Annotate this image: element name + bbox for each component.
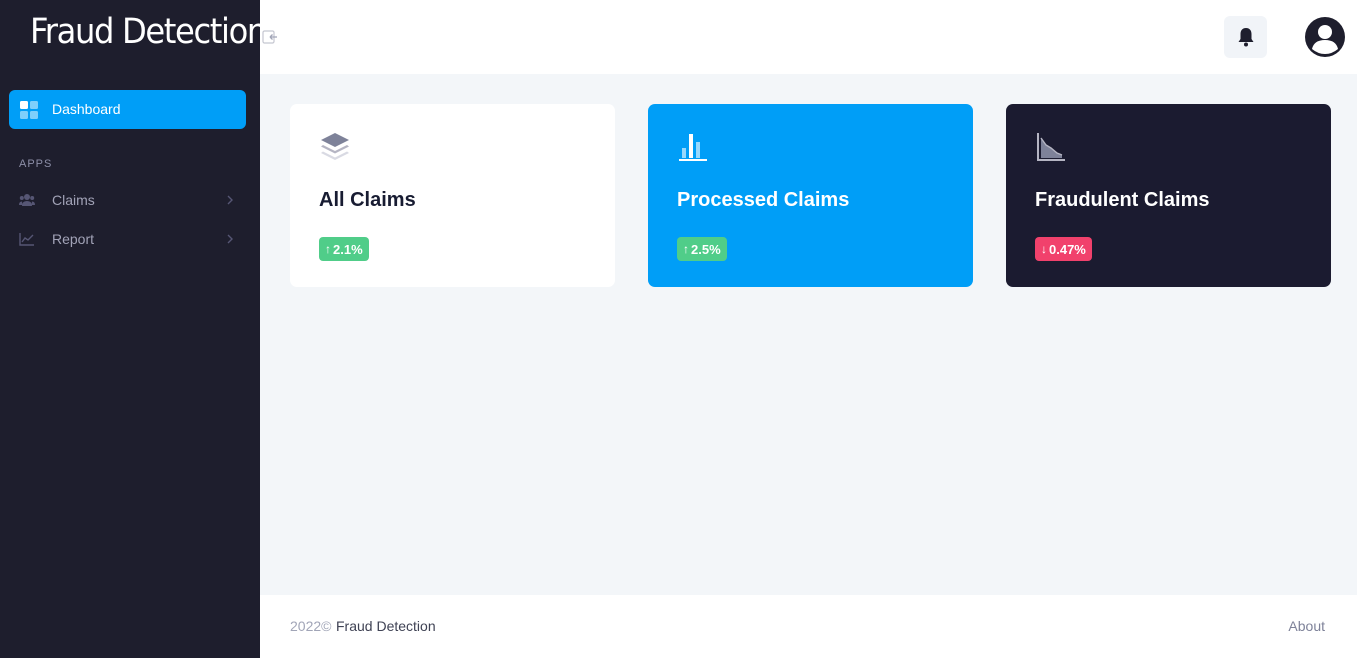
line-chart-icon (19, 233, 34, 246)
change-badge: ↑ 2.1% (319, 237, 369, 261)
layers-icon (321, 133, 349, 160)
brand-title[interactable]: Fraud Detection (30, 12, 267, 52)
top-header (260, 0, 1357, 74)
sidebar-item-report[interactable]: Report (9, 224, 246, 254)
users-icon (19, 194, 35, 206)
arrow-up-icon: ↑ (325, 242, 331, 256)
card-fraudulent-claims[interactable]: Fraudulent Claims ↓ 0.47% (1006, 104, 1331, 287)
sidebar-item-claims[interactable]: Claims (9, 185, 246, 215)
sidebar-item-label: Claims (52, 192, 95, 208)
card-all-claims[interactable]: All Claims ↑ 2.1% (290, 104, 615, 287)
change-value: 2.5% (691, 241, 721, 257)
bar-chart-icon (679, 134, 707, 161)
card-title: All Claims (319, 189, 416, 211)
change-value: 0.47% (1049, 241, 1086, 257)
area-chart-icon (1037, 133, 1065, 161)
card-processed-claims[interactable]: Processed Claims ↑ 2.5% (648, 104, 973, 287)
footer-brand-link[interactable]: Fraud Detection (336, 618, 436, 634)
dashboard-grid-icon (20, 101, 38, 119)
sidebar-toggle-icon[interactable] (262, 29, 278, 45)
arrow-up-icon: ↑ (683, 242, 689, 256)
footer: 2022© Fraud Detection About (260, 595, 1357, 658)
sidebar-item-dashboard[interactable]: Dashboard (9, 90, 246, 129)
footer-about-link[interactable]: About (1288, 618, 1325, 634)
bell-icon (1238, 28, 1253, 47)
sidebar-item-label: Dashboard (52, 101, 121, 117)
change-value: 2.1% (333, 241, 363, 257)
chevron-right-icon (227, 234, 233, 244)
card-title: Fraudulent Claims (1035, 189, 1210, 211)
change-badge: ↑ 2.5% (677, 237, 727, 261)
sidebar-item-label: Report (52, 231, 95, 247)
notifications-button[interactable] (1224, 16, 1267, 58)
sidebar-section-label: APPS (19, 158, 53, 170)
change-badge: ↓ 0.47% (1035, 237, 1092, 261)
user-avatar-icon[interactable] (1305, 17, 1345, 57)
chevron-right-icon (227, 195, 233, 205)
card-title: Processed Claims (677, 189, 850, 211)
sidebar: Fraud Detection Dashboard APPS Claims Re… (0, 0, 267, 658)
arrow-down-icon: ↓ (1041, 242, 1047, 256)
footer-year: 2022© (290, 618, 332, 634)
